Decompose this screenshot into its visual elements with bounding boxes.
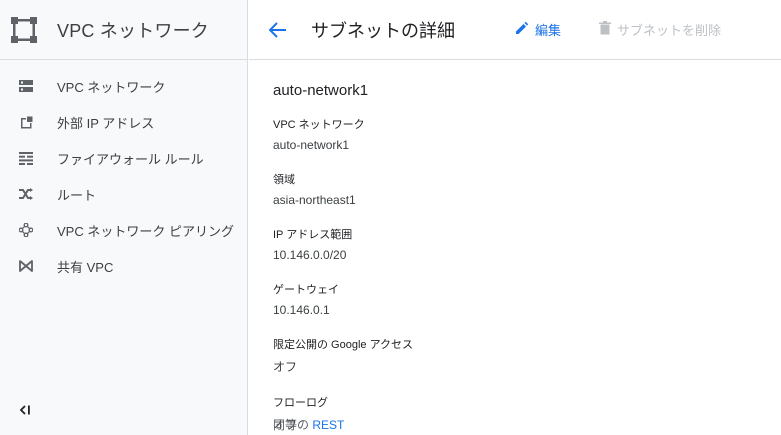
page-title: サブネットの詳細 xyxy=(311,20,455,41)
field-region: 領域 asia-northeast1 xyxy=(273,171,413,207)
rest-link[interactable]: REST xyxy=(312,418,344,432)
field-label: 領域 xyxy=(273,174,295,186)
sidebar-item-peering[interactable]: VPC ネットワーク ピアリング xyxy=(0,212,247,248)
vpc-network-icon xyxy=(11,16,37,43)
arrow-back-icon[interactable] xyxy=(266,18,290,42)
field-value: 10.146.0.0/20 xyxy=(273,248,347,262)
edit-button-label: 編集 xyxy=(535,23,562,38)
field-ip-range: IP アドレス範囲 10.146.0.0/20 xyxy=(273,226,413,262)
sidebar-item-label: 外部 IP アドレス xyxy=(57,115,155,131)
sidebar: VPC ネットワーク VPC ネットワーク 外部 IP アドレス ファイアウォー… xyxy=(0,0,248,435)
field-value: オフ xyxy=(273,360,298,374)
field-label: フローログ xyxy=(273,397,328,409)
sidebar-item-label: VPC ネットワーク xyxy=(57,79,166,95)
field-private-google-access: 限定公開の Google アクセス オフ xyxy=(273,336,413,375)
field-gateway: ゲートウェイ 10.146.0.1 xyxy=(273,281,413,317)
edit-button[interactable]: 編集 xyxy=(515,20,561,39)
sidebar-item-label: ファイアウォール ルール xyxy=(57,151,204,167)
top-bar: サブネットの詳細 編集 サブネットを削除 xyxy=(249,0,781,60)
sidebar-item-external-ip[interactable]: 外部 IP アドレス xyxy=(0,104,247,140)
rest-prefix: 同等の xyxy=(273,418,310,432)
field-value: asia-northeast1 xyxy=(273,193,356,207)
vpc-network-list-icon xyxy=(18,78,34,94)
trash-icon xyxy=(599,21,611,38)
peering-icon xyxy=(18,222,34,238)
sidebar-item-shared-vpc[interactable]: 共有 VPC xyxy=(0,248,247,284)
field-label: VPC ネットワーク xyxy=(273,119,365,131)
pencil-icon xyxy=(515,21,529,38)
sidebar-title: VPC ネットワーク xyxy=(57,20,210,41)
field-value: auto-network1 xyxy=(273,138,350,152)
sidebar-nav: VPC ネットワーク 外部 IP アドレス ファイアウォール ルール ルート V… xyxy=(0,60,247,284)
sidebar-item-label: 共有 VPC xyxy=(57,259,114,275)
field-label: 限定公開の Google アクセス xyxy=(273,339,414,351)
external-ip-icon xyxy=(18,114,34,130)
resource-name: auto-network1 xyxy=(273,82,369,99)
delete-subnet-button[interactable]: サブネットを削除 xyxy=(599,20,721,39)
collapse-sidebar-icon[interactable] xyxy=(17,402,33,418)
route-icon xyxy=(18,186,34,202)
equivalent-rest: 同等の REST xyxy=(273,416,344,433)
subnet-details: auto-network1 VPC ネットワーク auto-network1 領… xyxy=(273,78,413,433)
shared-vpc-icon xyxy=(18,258,34,274)
field-label: ゲートウェイ xyxy=(273,284,339,296)
field-value: 10.146.0.1 xyxy=(273,303,330,317)
sidebar-item-routes[interactable]: ルート xyxy=(0,176,247,212)
sidebar-item-firewall[interactable]: ファイアウォール ルール xyxy=(0,140,247,176)
sidebar-item-vpc-networks[interactable]: VPC ネットワーク xyxy=(0,68,247,104)
sidebar-item-label: VPC ネットワーク ピアリング xyxy=(57,223,234,239)
sidebar-item-label: ルート xyxy=(57,187,97,203)
main-panel: サブネットの詳細 編集 サブネットを削除 auto-network1 VPC ネ… xyxy=(249,0,781,435)
field-label: IP アドレス範囲 xyxy=(273,229,353,241)
field-vpc-network: VPC ネットワーク auto-network1 xyxy=(273,116,413,152)
sidebar-header: VPC ネットワーク xyxy=(0,0,247,60)
delete-button-label: サブネットを削除 xyxy=(617,23,722,38)
firewall-icon xyxy=(18,150,34,166)
